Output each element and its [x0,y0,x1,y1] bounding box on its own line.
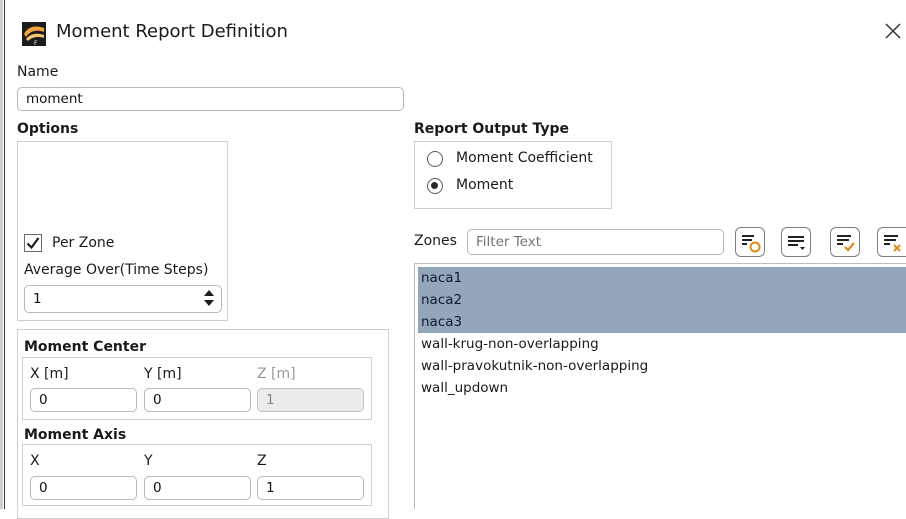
zones-list: naca1 naca2 naca3 wall-krug-non-overlapp… [414,263,906,509]
average-over-value: 1 [33,291,42,307]
window-left-edge-line [4,0,5,509]
moment-axis-z-label: Z [257,453,267,469]
app-logo-icon: F [22,22,46,47]
zone-item-wall-krug[interactable]: wall-krug-non-overlapping [418,333,906,355]
moment-axis-label: Moment Axis [24,427,127,443]
zone-item-wall-pravokutnik[interactable]: wall-pravokutnik-non-overlapping [418,355,906,377]
stepper-arrows-icon[interactable] [203,287,215,309]
list-clear-icon [884,235,901,252]
window-title: Moment Report Definition [56,21,288,42]
moment-center-x-label: X [m] [30,366,69,382]
moment-axis-y-input[interactable]: 0 [144,476,251,500]
average-over-stepper[interactable]: 1 [24,285,222,313]
moment-center-y-input[interactable]: 0 [144,388,251,412]
list-select-icon [742,235,761,253]
zone-item-wall-updown[interactable]: wall_updown [418,377,906,399]
moment-coefficient-radio[interactable] [427,151,443,167]
moment-center-y-label: Y [m] [144,366,182,382]
zones-filter-input[interactable] [467,229,724,255]
moment-axis-x-label: X [30,453,40,469]
name-input[interactable]: moment [17,87,404,111]
moment-center-z-label: Z [m] [257,366,296,382]
moment-radio[interactable] [427,178,443,194]
zone-item-naca3[interactable]: naca3 [418,311,906,333]
moment-axis-z-input[interactable]: 1 [257,476,364,500]
moment-axis-x-input[interactable]: 0 [30,476,137,500]
deselect-all-button[interactable] [877,227,906,257]
moment-center-z-input: 1 [257,388,364,412]
options-label: Options [17,121,79,137]
moment-center-x-input[interactable]: 0 [30,388,137,412]
moment-center-label: Moment Center [24,339,146,355]
zones-label: Zones [414,233,457,249]
svg-text:F: F [34,40,38,46]
average-over-label: Average Over(Time Steps) [24,262,209,278]
zone-item-naca1[interactable]: naca1 [418,267,906,289]
moment-label[interactable]: Moment [456,177,513,193]
zone-item-naca2[interactable]: naca2 [418,289,906,311]
list-dropdown-icon [788,236,805,250]
select-zones-button[interactable] [735,227,765,257]
moment-axis-y-label: Y [144,453,153,469]
select-all-button[interactable] [830,227,860,257]
close-icon[interactable] [884,22,902,40]
report-output-type-label: Report Output Type [414,121,570,137]
list-options-button[interactable] [781,227,811,257]
moment-coefficient-label[interactable]: Moment Coefficient [456,150,593,166]
name-label: Name [17,64,59,80]
per-zone-label: Per Zone [52,235,115,251]
window-left-edge [0,0,3,509]
list-check-icon [837,235,855,252]
per-zone-checkbox[interactable] [24,234,42,252]
